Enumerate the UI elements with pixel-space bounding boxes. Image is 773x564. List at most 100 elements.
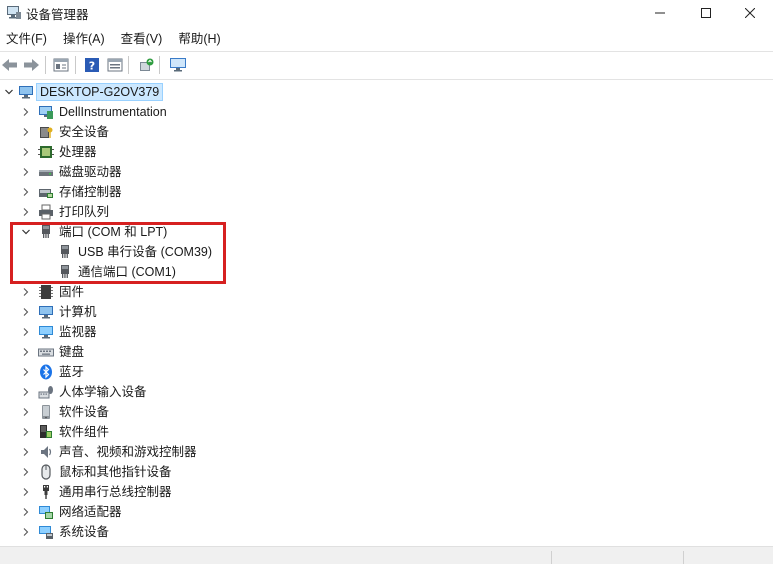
expand-chevron-icon[interactable]: [21, 187, 31, 197]
tree-category-17[interactable]: 通用串行总线控制器: [0, 482, 773, 502]
expand-chevron-icon[interactable]: [21, 367, 31, 377]
properties-button[interactable]: [51, 55, 71, 75]
tree-category-11[interactable]: 蓝牙: [0, 362, 773, 382]
expand-chevron-icon[interactable]: [21, 287, 31, 297]
expand-chevron-icon[interactable]: [21, 407, 31, 417]
processor-icon: [38, 144, 54, 160]
tree-category-13-label: 软件设备: [59, 405, 110, 419]
tree-category-3[interactable]: 磁盘驱动器: [0, 162, 773, 182]
maximize-icon: [701, 8, 711, 18]
security-device-icon: [38, 124, 54, 140]
horizontal-scrollbar[interactable]: [0, 546, 773, 564]
scrollbar-divider: [683, 551, 684, 564]
tree-category-4[interactable]: 存储控制器: [0, 182, 773, 202]
expand-chevron-icon[interactable]: [21, 527, 31, 537]
tree-category-2[interactable]: 处理器: [0, 142, 773, 162]
toolbar-separator: [128, 56, 129, 74]
scan-hardware-button[interactable]: [168, 55, 188, 75]
expand-chevron-icon[interactable]: [21, 387, 31, 397]
toolbar-separator: [159, 56, 160, 74]
expand-chevron-icon[interactable]: [21, 107, 31, 117]
menu-file[interactable]: 文件(F): [0, 28, 53, 50]
tree-category-3-label: 磁盘驱动器: [59, 165, 122, 179]
printer-icon: [38, 204, 54, 220]
tree-category-16-label: 鼠标和其他指针设备: [59, 465, 172, 479]
monitor-icon: [38, 324, 54, 340]
window-title: 设备管理器: [26, 8, 89, 22]
update-driver-button[interactable]: [136, 55, 156, 75]
toolbar-separator: [45, 56, 46, 74]
expand-chevron-icon[interactable]: [21, 207, 31, 217]
tree-category-19[interactable]: 系统设备: [0, 522, 773, 542]
monitor-icon: [170, 58, 186, 72]
menu-help[interactable]: 帮助(H): [172, 28, 226, 50]
tree-category-9[interactable]: 监视器: [0, 322, 773, 342]
forward-icon: [24, 59, 39, 71]
tree-category-14[interactable]: 软件组件: [0, 422, 773, 442]
tree-category-1[interactable]: 安全设备: [0, 122, 773, 142]
system-device-icon: [38, 524, 54, 540]
expand-chevron-icon[interactable]: [21, 347, 31, 357]
tree-category-8[interactable]: 计算机: [0, 302, 773, 322]
tree-category-1-label: 安全设备: [59, 125, 110, 139]
tree-root-computer-label: DESKTOP-G2OV379: [36, 83, 164, 101]
properties-icon: [53, 58, 69, 72]
help-button[interactable]: ?: [82, 55, 102, 75]
mouse-icon: [38, 464, 54, 480]
tree-category-18[interactable]: 网络适配器: [0, 502, 773, 522]
expand-chevron-icon[interactable]: [21, 167, 31, 177]
tree-category-5[interactable]: 打印队列: [0, 202, 773, 222]
tree-category-12-label: 人体学输入设备: [59, 385, 147, 399]
back-icon: [2, 59, 17, 71]
menu-view[interactable]: 查看(V): [115, 28, 169, 50]
toolbar: ?: [0, 52, 773, 78]
computer-icon: [18, 84, 34, 100]
dell-instrumentation-icon: [38, 104, 54, 120]
tree-category-0[interactable]: DellInstrumentation: [0, 102, 773, 122]
tree-category-16[interactable]: 鼠标和其他指针设备: [0, 462, 773, 482]
software-device-icon: [38, 404, 54, 420]
menu-bar: 文件(F) 操作(A) 查看(V) 帮助(H): [0, 28, 773, 50]
tree-category-9-label: 监视器: [59, 325, 97, 339]
tree-category-0-label: DellInstrumentation: [59, 105, 167, 119]
expand-chevron-icon[interactable]: [21, 507, 31, 517]
menu-action[interactable]: 操作(A): [57, 28, 111, 50]
title-bar: 设备管理器: [0, 0, 773, 26]
expand-chevron-icon[interactable]: [21, 327, 31, 337]
expand-chevron-icon[interactable]: [21, 447, 31, 457]
minimize-button[interactable]: [637, 0, 683, 26]
tree-category-13[interactable]: 软件设备: [0, 402, 773, 422]
scrollbar-divider: [551, 551, 552, 564]
collapse-chevron-icon[interactable]: [4, 87, 14, 97]
expand-chevron-icon[interactable]: [21, 127, 31, 137]
view-icon: [107, 58, 123, 72]
expand-chevron-icon[interactable]: [21, 487, 31, 497]
forward-button[interactable]: [21, 55, 41, 75]
bluetooth-icon: [38, 364, 54, 380]
tree-category-15[interactable]: 声音、视频和游戏控制器: [0, 442, 773, 462]
tree-category-17-label: 通用串行总线控制器: [59, 485, 172, 499]
maximize-button[interactable]: [683, 0, 729, 26]
expand-chevron-icon[interactable]: [21, 307, 31, 317]
disk-drive-icon: [38, 164, 54, 180]
tree-category-10[interactable]: 键盘: [0, 342, 773, 362]
tree-category-12[interactable]: 人体学输入设备: [0, 382, 773, 402]
expand-chevron-icon[interactable]: [21, 147, 31, 157]
update-driver-icon: [140, 58, 154, 71]
highlight-box: [10, 222, 226, 284]
view-button[interactable]: [105, 55, 125, 75]
help-icon: ?: [85, 58, 99, 73]
speaker-icon: [38, 444, 54, 460]
close-button[interactable]: [727, 0, 773, 26]
close-icon: [745, 8, 755, 18]
tree-category-5-label: 打印队列: [59, 205, 110, 219]
expand-chevron-icon[interactable]: [21, 467, 31, 477]
expand-chevron-icon[interactable]: [21, 427, 31, 437]
tree-root-computer[interactable]: DESKTOP-G2OV379: [0, 82, 773, 102]
tree-category-7[interactable]: 固件: [0, 282, 773, 302]
back-button[interactable]: [0, 55, 20, 75]
computer-icon: [38, 304, 54, 320]
device-tree: DESKTOP-G2OV379 DellInstrumentation 安全设备处理…: [0, 80, 773, 546]
tree-category-8-label: 计算机: [59, 305, 97, 319]
tree-category-10-label: 键盘: [59, 345, 85, 359]
